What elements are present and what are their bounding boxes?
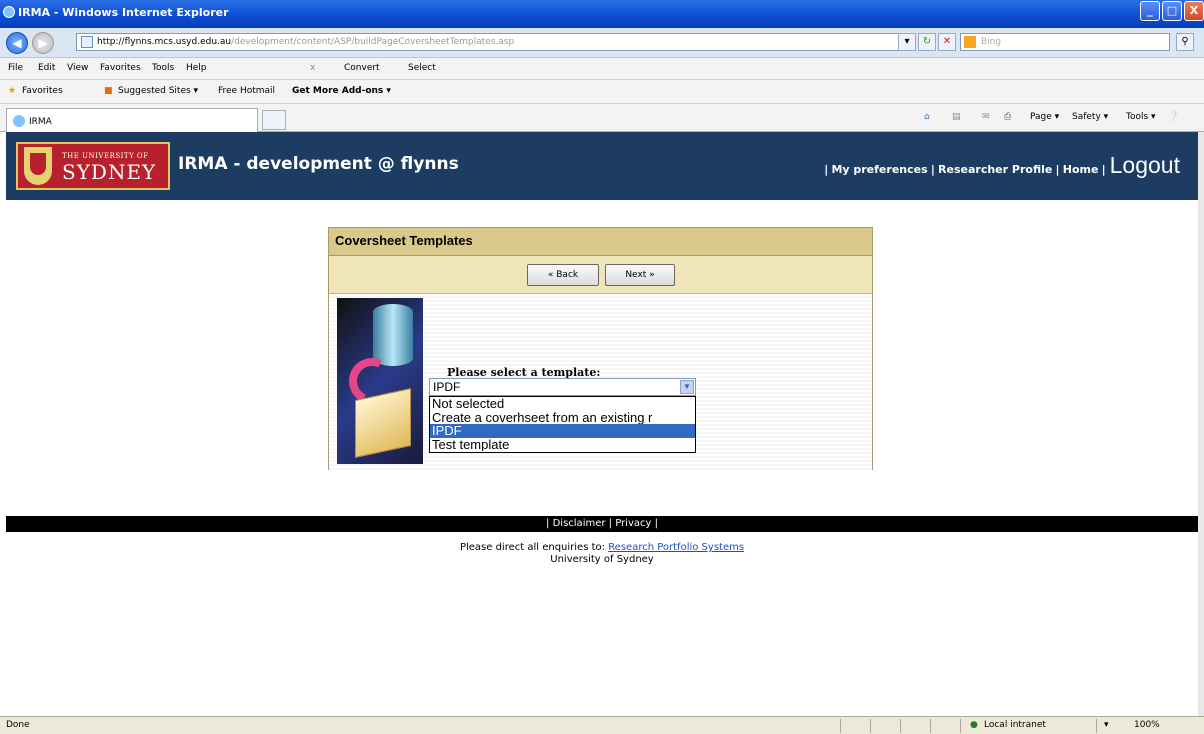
favorites-bar: ★ Favorites ■ Suggested Sites ▾ Free Hot… [0, 80, 1204, 104]
compat-icon[interactable]: ▾ [898, 33, 916, 51]
convert-button[interactable]: Convert [344, 63, 380, 73]
new-tab-button[interactable] [262, 110, 286, 130]
template-select-value: IPDF [433, 380, 461, 394]
panel-title: Coversheet Templates [329, 228, 872, 256]
top-links: | My preferences | Researcher Profile | … [824, 152, 1180, 179]
tools-menu[interactable]: Tools ▾ [1126, 112, 1156, 122]
tab-label: IRMA [29, 117, 52, 127]
close-toolbar-icon[interactable]: x [310, 63, 315, 73]
app-title: IRMA - development @ flynns [178, 154, 459, 174]
print-icon[interactable]: ⎙ [1004, 112, 1011, 122]
select-button[interactable]: Select [408, 63, 436, 73]
status-bar: Done ● Local intranet ▾ 100% [0, 716, 1204, 734]
zoom-level[interactable]: 100% [1134, 720, 1160, 730]
link-separator: | [824, 163, 829, 176]
site-banner: THE UNIVERSITY OF SYDNEY IRMA - developm… [6, 132, 1198, 200]
logout-link[interactable]: Logout [1110, 152, 1180, 179]
bing-icon [964, 36, 976, 48]
search-input[interactable]: Bing [960, 33, 1170, 51]
favorites-button[interactable]: Favorites [22, 86, 63, 96]
scrollbar[interactable] [1198, 132, 1204, 716]
protected-mode-icon[interactable]: ▾ [1104, 720, 1109, 730]
researcher-profile-link[interactable]: Researcher Profile [938, 163, 1052, 176]
tab-bar: IRMA ⌂ ▤ ✉ ⎙ Page ▾ Safety ▾ Tools ▾ ❔ [0, 104, 1204, 132]
link-separator: | [1101, 163, 1106, 176]
template-select[interactable]: IPDF ▼ [429, 378, 696, 396]
org-name: University of Sydney [550, 554, 654, 565]
link-separator: | [1055, 163, 1060, 176]
tab-irma[interactable]: IRMA [6, 108, 258, 132]
template-option[interactable]: Test template [430, 438, 695, 452]
status-text: Done [6, 720, 30, 730]
enquiries: Please direct all enquiries to: Research… [6, 542, 1198, 566]
panel-button-row: « Back Next » [329, 256, 872, 294]
mail-icon[interactable]: ✉ [982, 112, 990, 122]
zone-text: Local intranet [984, 720, 1046, 730]
stop-icon[interactable]: ✕ [938, 33, 956, 51]
link-separator: | [930, 163, 935, 176]
menu-help[interactable]: Help [186, 63, 207, 73]
url-host: http://flynns.mcs.usyd.edu.au [97, 37, 232, 47]
window-title: IRMA - Windows Internet Explorer [18, 6, 229, 19]
my-preferences-link[interactable]: My preferences [831, 163, 927, 176]
page-menu[interactable]: Page ▾ [1030, 112, 1059, 122]
template-option[interactable]: Create a coverhseet from an existing r [430, 411, 695, 425]
logo-big-text: SYDNEY [62, 160, 157, 184]
address-bar: ◀ ▶ http://flynns.mcs.usyd.edu.au/develo… [0, 28, 1204, 58]
folder-icon [355, 388, 411, 458]
back-button[interactable]: « Back [527, 264, 599, 286]
menu-bar: File Edit View Favorites Tools Help x Co… [0, 58, 1204, 80]
coversheet-panel: Coversheet Templates « Back Next » Pleas… [328, 227, 873, 470]
close-button[interactable]: X [1184, 1, 1204, 21]
ie-icon [3, 6, 15, 18]
database-icon [373, 304, 413, 366]
logo-small-text: THE UNIVERSITY OF [62, 152, 149, 160]
refresh-icon[interactable]: ↻ [918, 33, 936, 51]
minimize-button[interactable]: _ [1140, 1, 1160, 21]
favorites-star-icon: ★ [8, 86, 17, 96]
template-illustration [337, 298, 423, 464]
template-option[interactable]: Not selected [430, 397, 695, 411]
menu-view[interactable]: View [67, 63, 88, 73]
enquiries-text: Please direct all enquiries to: [459, 542, 605, 553]
home-icon[interactable]: ⌂ [924, 112, 930, 122]
suggested-icon: ■ [104, 86, 113, 96]
help-icon[interactable]: ❔ [1168, 112, 1179, 122]
template-option-selected[interactable]: IPDF [430, 424, 695, 438]
template-options-list: Not selected Create a coverhseet from an… [429, 396, 696, 453]
intranet-icon: ● [970, 720, 978, 730]
ie-tab-icon [13, 115, 25, 127]
search-icon[interactable]: ⚲ [1176, 33, 1194, 51]
safety-menu[interactable]: Safety ▾ [1072, 112, 1108, 122]
forward-nav-button[interactable]: ▶ [32, 32, 54, 54]
url-path: /development/content/ASP/buildPageCovers… [231, 37, 515, 47]
home-link[interactable]: Home [1063, 163, 1099, 176]
chevron-down-icon[interactable]: ▼ [680, 380, 694, 394]
suggested-sites-link[interactable]: Suggested Sites ▾ [118, 86, 198, 96]
page-icon [81, 36, 93, 48]
footer-links[interactable]: | Disclaimer | Privacy | [6, 516, 1198, 532]
get-addons-link[interactable]: Get More Add-ons ▾ [292, 86, 391, 96]
menu-favorites[interactable]: Favorites [100, 63, 141, 73]
window-titlebar: IRMA - Windows Internet Explorer _ □ X [0, 0, 1204, 28]
research-portfolio-link[interactable]: Research Portfolio Systems [608, 542, 744, 553]
feeds-icon[interactable]: ▤ [952, 112, 961, 122]
next-button[interactable]: Next » [605, 264, 675, 286]
search-placeholder: Bing [981, 37, 1002, 47]
url-input[interactable]: http://flynns.mcs.usyd.edu.au/developmen… [76, 33, 916, 51]
back-nav-button[interactable]: ◀ [6, 32, 28, 54]
crest-icon [24, 147, 52, 185]
menu-edit[interactable]: Edit [38, 63, 55, 73]
panel-body: Please select a template: IPDF ▼ Not sel… [329, 296, 872, 470]
menu-tools[interactable]: Tools [152, 63, 174, 73]
menu-file[interactable]: File [8, 63, 23, 73]
university-logo[interactable]: THE UNIVERSITY OF SYDNEY [16, 142, 170, 190]
maximize-button[interactable]: □ [1162, 1, 1182, 21]
free-hotmail-link[interactable]: Free Hotmail [218, 86, 275, 96]
